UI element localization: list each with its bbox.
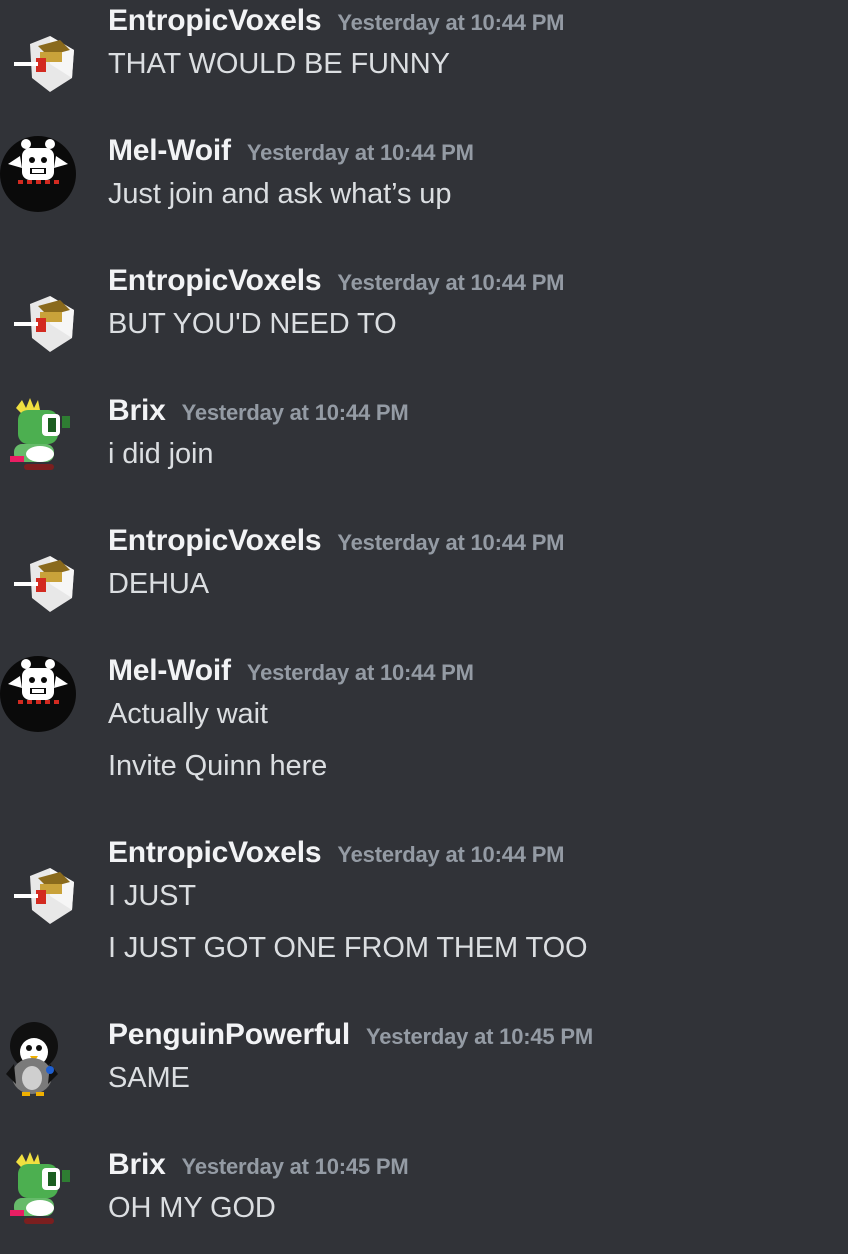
message-content: I JUST GOT ONE FROM THEM TOO [108,932,588,964]
message-content: i did join [108,438,214,470]
message-content: Actually wait [108,698,268,730]
brix-dragon-avatar[interactable] [0,394,80,474]
message-timestamp[interactable]: Yesterday at 10:44 PM [337,842,564,868]
message-timestamp[interactable]: Yesterday at 10:45 PM [366,1024,593,1050]
message-timestamp[interactable]: Yesterday at 10:44 PM [182,400,409,426]
message-author[interactable]: EntropicVoxels [108,4,322,38]
brix-dragon-avatar[interactable] [0,1148,80,1228]
message-content: I JUST [108,880,197,912]
message-content: SAME [108,1062,190,1094]
message-content: DEHUA [108,568,210,600]
mel-woif-avatar[interactable] [0,654,80,734]
message-content: THAT WOULD BE FUNNY [108,48,450,80]
penguin-avatar[interactable] [0,1018,80,1098]
message-author[interactable]: Brix [108,1148,166,1182]
message-author[interactable]: PenguinPowerful [108,1018,350,1052]
mel-woif-avatar[interactable] [0,134,80,214]
entropic-voxels-avatar[interactable] [0,852,80,932]
message-timestamp[interactable]: Yesterday at 10:44 PM [247,140,474,166]
message-author[interactable]: Brix [108,394,166,428]
message-timestamp[interactable]: Yesterday at 10:44 PM [337,10,564,36]
entropic-voxels-avatar[interactable] [0,20,80,100]
message-content: OH MY GOD [108,1192,276,1224]
message-timestamp[interactable]: Yesterday at 10:44 PM [337,530,564,556]
message-content: Invite Quinn here [108,750,328,782]
message-author[interactable]: EntropicVoxels [108,836,322,870]
entropic-voxels-avatar[interactable] [0,540,80,620]
message-author[interactable]: EntropicVoxels [108,524,322,558]
message-content: Just join and ask what’s up [108,178,452,210]
message-timestamp[interactable]: Yesterday at 10:45 PM [182,1154,409,1180]
message-timestamp[interactable]: Yesterday at 10:44 PM [337,270,564,296]
chat-message-list: EntropicVoxels Yesterday at 10:44 PM THA… [0,0,848,1254]
message-author[interactable]: Mel-Woif [108,654,231,688]
message-author[interactable]: Mel-Woif [108,134,231,168]
message-content: BUT YOU'D NEED TO [108,308,397,340]
message-timestamp[interactable]: Yesterday at 10:44 PM [247,660,474,686]
message-author[interactable]: EntropicVoxels [108,264,322,298]
entropic-voxels-avatar[interactable] [0,280,80,360]
